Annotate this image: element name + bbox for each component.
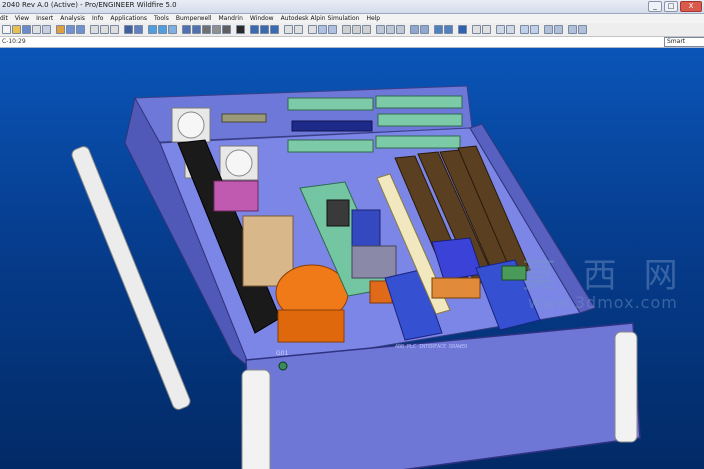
terminal-block <box>213 180 259 212</box>
coord-sys-icon[interactable] <box>294 25 303 34</box>
watermark-chinese: 莫 西 网 <box>522 256 686 296</box>
menu-mandrin[interactable]: Mandrin <box>219 15 243 22</box>
power-connector <box>225 149 253 177</box>
sphere-icon[interactable] <box>236 25 245 34</box>
mirror-icon[interactable] <box>420 25 429 34</box>
relations-icon[interactable] <box>568 25 577 34</box>
menu-edit[interactable]: dit <box>0 15 8 22</box>
format-icon[interactable] <box>544 25 553 34</box>
round-icon[interactable] <box>386 25 395 34</box>
undo-icon[interactable] <box>66 25 75 34</box>
main-toolbar <box>0 23 704 37</box>
zoom-out-icon[interactable] <box>158 25 167 34</box>
zoom-in-icon[interactable] <box>148 25 157 34</box>
open-folder-icon[interactable] <box>12 25 21 34</box>
left-handle <box>241 369 271 469</box>
chamfer-icon[interactable] <box>396 25 405 34</box>
hidden-line-icon[interactable] <box>212 25 221 34</box>
menu-info[interactable]: Info <box>92 15 103 22</box>
connector-strip <box>287 139 374 153</box>
annotation-icon[interactable] <box>308 25 317 34</box>
ic-chip <box>326 199 350 227</box>
copy-icon[interactable] <box>100 25 109 34</box>
menu-insert[interactable]: Insert <box>36 15 53 22</box>
pattern-icon[interactable] <box>410 25 419 34</box>
cut-icon[interactable] <box>90 25 99 34</box>
grid-icon[interactable] <box>472 25 481 34</box>
spin-center-icon[interactable] <box>250 25 259 34</box>
report-icon[interactable] <box>520 25 529 34</box>
coordinate-readout: C-10:29 <box>2 38 26 45</box>
sketch-icon[interactable] <box>328 25 337 34</box>
orange-module <box>431 277 481 299</box>
bom-icon[interactable] <box>530 25 539 34</box>
relay-block <box>351 209 381 251</box>
menu-bumperwell[interactable]: Bumperwell <box>176 15 212 22</box>
menu-tools[interactable]: Tools <box>154 15 169 22</box>
minimize-button[interactable]: _ <box>648 1 662 12</box>
globe-icon[interactable] <box>458 25 467 34</box>
explode-icon[interactable] <box>444 25 453 34</box>
extrude-icon[interactable] <box>342 25 351 34</box>
print-icon[interactable] <box>32 25 41 34</box>
wireframe-icon[interactable] <box>202 25 211 34</box>
datum-axes-icon[interactable] <box>270 25 279 34</box>
menu-help[interactable]: Help <box>366 15 380 22</box>
power-connector <box>177 111 205 139</box>
menu-bar: dit View Insert Analysis Info Applicatio… <box>0 14 704 23</box>
close-button[interactable]: X <box>680 1 702 12</box>
calendar-icon[interactable] <box>496 25 505 34</box>
selection-filter[interactable]: Smart <box>664 37 704 47</box>
refit-icon[interactable] <box>134 25 143 34</box>
revolve-icon[interactable] <box>352 25 361 34</box>
title-bar: 2040 Rev A.0 (Active) - Pro/ENGINEER Wil… <box>0 0 704 14</box>
family-table-icon[interactable] <box>554 25 563 34</box>
table-icon[interactable] <box>482 25 491 34</box>
repaint-icon[interactable] <box>124 25 133 34</box>
orange-transformer <box>277 309 345 343</box>
dsub-connector <box>221 113 267 123</box>
save-icon[interactable] <box>22 25 31 34</box>
indicator-label: G01 <box>276 350 288 357</box>
watermark-url: www.3dmox.com <box>528 293 678 312</box>
hole-icon[interactable] <box>376 25 385 34</box>
graphics-viewport[interactable]: G01 400 PLC INTERFACE DRAWER 莫 西 网 www.3… <box>0 48 704 469</box>
redo-icon[interactable] <box>76 25 85 34</box>
orient-icon[interactable] <box>168 25 177 34</box>
datum-points-icon[interactable] <box>284 25 293 34</box>
menu-window[interactable]: Window <box>250 15 274 22</box>
measure-icon[interactable] <box>318 25 327 34</box>
shading-icon[interactable] <box>222 25 231 34</box>
window-controls: _ □ X <box>648 1 702 12</box>
assemble-icon[interactable] <box>434 25 443 34</box>
connector-strip <box>375 135 461 149</box>
menu-analysis[interactable]: Analysis <box>60 15 85 22</box>
connector-strip <box>287 97 374 111</box>
email-icon[interactable] <box>42 25 51 34</box>
menu-simulation[interactable]: Autodesk Alpin Simulation <box>281 15 360 22</box>
new-file-icon[interactable] <box>2 25 11 34</box>
relay-block <box>351 245 397 279</box>
status-bar: C-10:29 <box>0 37 704 48</box>
connector-strip <box>377 113 463 127</box>
layers-icon[interactable] <box>192 25 201 34</box>
drawing-icon[interactable] <box>506 25 515 34</box>
datum-planes-icon[interactable] <box>260 25 269 34</box>
panel-label: 400 PLC INTERFACE DRAWER <box>395 344 468 350</box>
right-handle <box>614 331 638 443</box>
menu-view[interactable]: View <box>15 15 29 22</box>
sweep-icon[interactable] <box>362 25 371 34</box>
window-title: 2040 Rev A.0 (Active) - Pro/ENGINEER Wil… <box>2 1 177 9</box>
paste-icon[interactable] <box>110 25 119 34</box>
menu-applications[interactable]: Applications <box>110 15 147 22</box>
parameters-icon[interactable] <box>578 25 587 34</box>
connector-strip <box>375 95 463 109</box>
maximize-button[interactable]: □ <box>664 1 678 12</box>
saved-views-icon[interactable] <box>182 25 191 34</box>
indicator-led <box>278 361 288 371</box>
regenerate-icon[interactable] <box>56 25 65 34</box>
connector-cutout <box>291 120 373 132</box>
